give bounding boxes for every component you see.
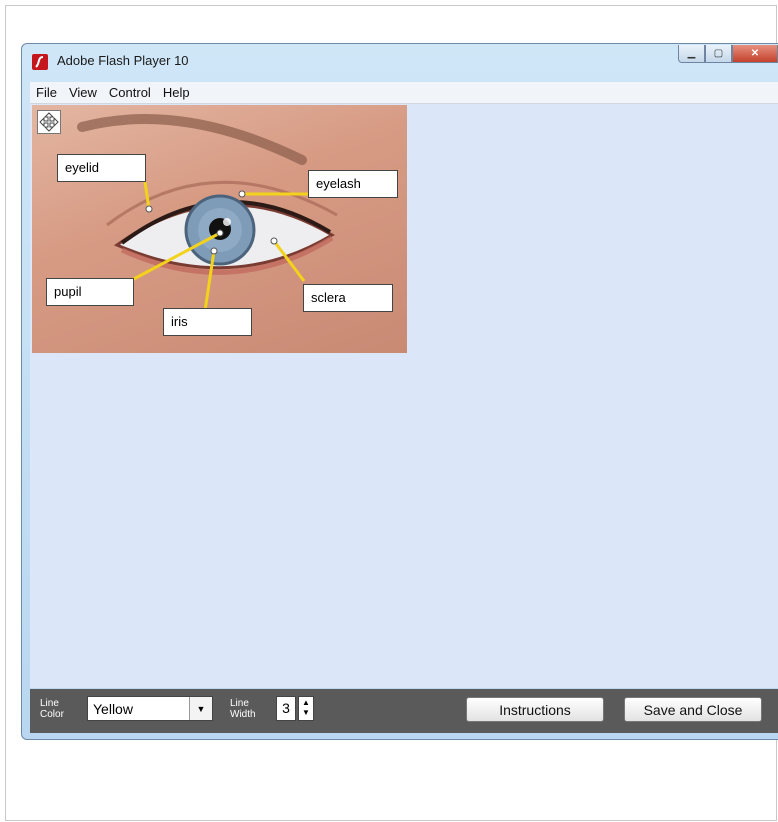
bottom-toolbar: Line Color Yellow ▼ Line Width 3 ▲ ▼ Ins…	[30, 689, 778, 733]
stepper-up-icon[interactable]: ▲	[299, 698, 313, 708]
save-and-close-button[interactable]: Save and Close	[624, 697, 762, 722]
title-bar: Adobe Flash Player 10 ▁ ▢ ✕	[22, 44, 778, 81]
label-pupil[interactable]: pupil	[46, 278, 134, 306]
label-iris[interactable]: iris	[163, 308, 252, 336]
chevron-down-icon[interactable]: ▼	[189, 697, 212, 720]
maximize-icon: ▢	[713, 48, 724, 59]
line-color-select[interactable]: Yellow ▼	[87, 696, 213, 721]
line-width-value[interactable]: 3	[276, 696, 296, 721]
label-eyelash[interactable]: eyelash	[308, 170, 398, 198]
menu-help[interactable]: Help	[157, 85, 196, 100]
window-controls: ▁ ▢ ✕	[678, 45, 778, 65]
menu-view[interactable]: View	[63, 85, 103, 100]
label-sclera[interactable]: sclera	[303, 284, 393, 312]
line-width-label: Line Width	[230, 698, 256, 720]
menu-bar: File View Control Help	[30, 82, 778, 104]
label-eyelid[interactable]: eyelid	[57, 154, 146, 182]
minimize-icon: ▁	[687, 48, 696, 59]
close-icon: ✕	[750, 48, 760, 59]
menu-file[interactable]: File	[30, 85, 63, 100]
maximize-button[interactable]: ▢	[705, 45, 732, 63]
window-title: Adobe Flash Player 10	[57, 53, 189, 68]
flash-player-window: Adobe Flash Player 10 ▁ ▢ ✕ File View Co…	[21, 43, 778, 740]
flash-stage: eyelid eyelash pupil iris sclera	[30, 104, 778, 688]
stepper-down-icon[interactable]: ▼	[299, 708, 313, 718]
line-color-value: Yellow	[93, 700, 133, 717]
menu-control[interactable]: Control	[103, 85, 157, 100]
line-width-stepper[interactable]: ▲ ▼	[298, 696, 314, 721]
move-icon[interactable]	[37, 110, 61, 134]
instructions-button[interactable]: Instructions	[466, 697, 604, 722]
minimize-button[interactable]: ▁	[678, 45, 705, 63]
close-button[interactable]: ✕	[732, 45, 778, 63]
flash-player-icon	[32, 54, 48, 70]
eye-diagram: eyelid eyelash pupil iris sclera	[32, 105, 407, 353]
line-color-label: Line Color	[40, 698, 64, 720]
